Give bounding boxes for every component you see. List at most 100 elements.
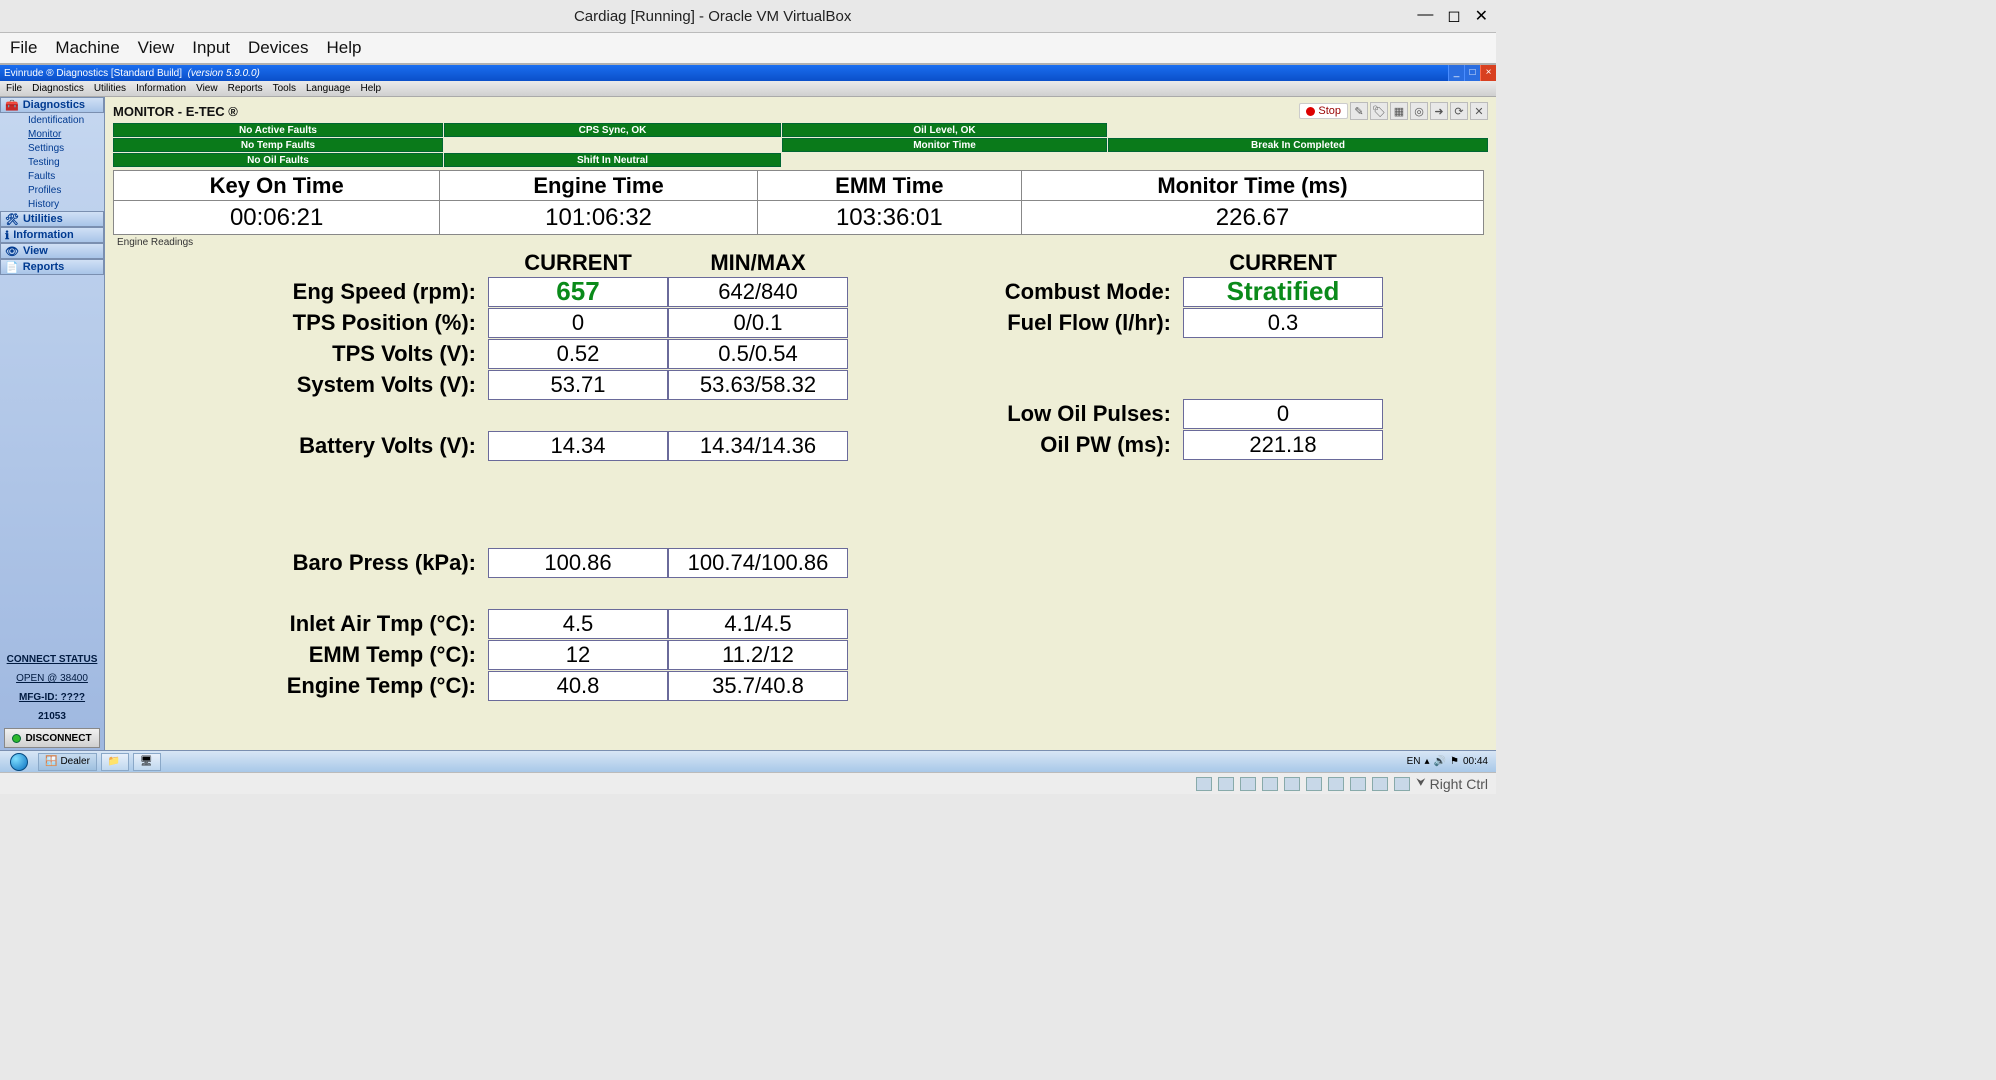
toolbar-icon-2[interactable]: 🏷 bbox=[1370, 102, 1388, 120]
sidebar-item-settings[interactable]: Settings bbox=[0, 141, 104, 155]
status-cell: Oil Level, OK bbox=[782, 123, 1107, 137]
vb-status-icon-1[interactable] bbox=[1196, 777, 1212, 791]
sidebar-item-testing[interactable]: Testing bbox=[0, 155, 104, 169]
vb-menu-devices[interactable]: Devices bbox=[248, 38, 308, 58]
testing-icon bbox=[14, 157, 24, 167]
taskbar-app-dealer[interactable]: 🪟 Dealer bbox=[38, 753, 97, 771]
sidebar: 🧰 Diagnostics Identification Monitor Set… bbox=[0, 97, 105, 750]
sidebar-item-profiles[interactable]: Profiles bbox=[0, 183, 104, 197]
sidebar-item-monitor[interactable]: Monitor bbox=[0, 127, 104, 141]
time-header-keyon: Key On Time bbox=[114, 171, 440, 201]
arrow-down-icon: ⮟ bbox=[1416, 777, 1425, 790]
vb-status-icon-10[interactable] bbox=[1394, 777, 1410, 791]
vb-menu-file[interactable]: File bbox=[10, 38, 37, 58]
toolbar-icon-6[interactable]: ⟳ bbox=[1450, 102, 1468, 120]
sidebar-header-view[interactable]: 👁 View bbox=[0, 243, 104, 259]
guest-title-prefix: Evinrude ® Diagnostics [Standard Build] bbox=[4, 68, 182, 79]
windows-start-icon bbox=[10, 753, 28, 771]
vb-menu-view[interactable]: View bbox=[138, 38, 175, 58]
guest-menu-diagnostics[interactable]: Diagnostics bbox=[32, 83, 84, 94]
reading-current: 12 bbox=[488, 640, 668, 670]
tray-icon-3[interactable]: ⚑ bbox=[1450, 756, 1459, 767]
vb-status-icon-5[interactable] bbox=[1284, 777, 1300, 791]
reading-label: Low Oil Pulses: bbox=[953, 401, 1183, 427]
sidebar-item-history[interactable]: History bbox=[0, 197, 104, 211]
vb-status-icon-8[interactable] bbox=[1350, 777, 1366, 791]
reading-row: System Volts (V):53.7153.63/58.32 bbox=[113, 369, 913, 400]
reading-current: 14.34 bbox=[488, 431, 668, 461]
guest-menubar: File Diagnostics Utilities Information V… bbox=[0, 81, 1496, 97]
tray-lang[interactable]: EN bbox=[1407, 756, 1421, 767]
reading-current: 657 bbox=[488, 277, 668, 307]
vb-status-icon-7[interactable] bbox=[1328, 777, 1344, 791]
sidebar-item-faults[interactable]: Faults bbox=[0, 169, 104, 183]
virtualbox-statusbar: ⮟Right Ctrl bbox=[0, 772, 1496, 794]
vb-status-icon-6[interactable] bbox=[1306, 777, 1322, 791]
guest-minimize-button[interactable]: _ bbox=[1448, 65, 1464, 81]
current-header: CURRENT bbox=[488, 250, 668, 276]
guest-menu-help[interactable]: Help bbox=[360, 83, 381, 94]
reading-row: Baro Press (kPa):100.86100.74/100.86 bbox=[113, 547, 913, 578]
guest-maximize-button[interactable]: □ bbox=[1464, 65, 1480, 81]
tray-icon-2[interactable]: 🔊 bbox=[1434, 756, 1446, 767]
taskbar-app-3[interactable]: 🖥 bbox=[133, 753, 161, 771]
minimize-button[interactable]: — bbox=[1417, 6, 1433, 26]
tray-icon-1[interactable]: ▴ bbox=[1425, 756, 1430, 767]
reading-minmax: 642/840 bbox=[668, 277, 848, 307]
vb-status-icon-9[interactable] bbox=[1372, 777, 1388, 791]
reading-row: Low Oil Pulses:0 bbox=[953, 398, 1488, 429]
disconnect-button[interactable]: DISCONNECT bbox=[4, 728, 100, 748]
time-value-engine: 101:06:32 bbox=[440, 201, 757, 235]
guest-close-button[interactable]: × bbox=[1480, 65, 1496, 81]
right-current-header: CURRENT bbox=[1183, 250, 1383, 276]
sidebar-header-information[interactable]: ℹ Information bbox=[0, 227, 104, 243]
reading-label: Combust Mode: bbox=[953, 279, 1183, 305]
guest-title-version: (version 5.9.0.0) bbox=[188, 68, 260, 79]
toolbar-icon-5[interactable]: ➜ bbox=[1430, 102, 1448, 120]
time-value-monitor: 226.67 bbox=[1021, 201, 1483, 235]
time-value-emm: 103:36:01 bbox=[757, 201, 1021, 235]
time-header-monitor: Monitor Time (ms) bbox=[1021, 171, 1483, 201]
readings-left-column: CURRENT MIN/MAX Eng Speed (rpm):657642/8… bbox=[113, 250, 913, 701]
maximize-button[interactable]: ◻ bbox=[1447, 6, 1460, 26]
taskbar-app-explorer[interactable]: 📁 bbox=[101, 753, 129, 771]
readings-right-column: CURRENT Combust Mode:StratifiedFuel Flow… bbox=[953, 250, 1488, 701]
vb-menu-input[interactable]: Input bbox=[192, 38, 230, 58]
monitor-icon bbox=[14, 129, 24, 139]
guest-menu-view[interactable]: View bbox=[196, 83, 218, 94]
reading-label: Fuel Flow (l/hr): bbox=[953, 310, 1183, 336]
sidebar-header-diagnostics[interactable]: 🧰 Diagnostics bbox=[0, 97, 104, 113]
vb-menu-help[interactable]: Help bbox=[327, 38, 362, 58]
time-table: Key On Time Engine Time EMM Time Monitor… bbox=[113, 170, 1484, 235]
guest-menu-reports[interactable]: Reports bbox=[228, 83, 263, 94]
reading-current: 53.71 bbox=[488, 370, 668, 400]
vb-status-icon-3[interactable] bbox=[1240, 777, 1256, 791]
start-button[interactable] bbox=[4, 752, 34, 772]
guest-menu-file[interactable]: File bbox=[6, 83, 22, 94]
guest-menu-tools[interactable]: Tools bbox=[273, 83, 296, 94]
view-icon: 👁 bbox=[5, 245, 19, 258]
reading-minmax: 53.63/58.32 bbox=[668, 370, 848, 400]
stop-icon bbox=[1306, 107, 1315, 116]
reading-row: Inlet Air Tmp (°C):4.54.1/4.5 bbox=[113, 608, 913, 639]
guest-menu-information[interactable]: Information bbox=[136, 83, 186, 94]
toolbar-icon-4[interactable]: ◎ bbox=[1410, 102, 1428, 120]
status-cell bbox=[1108, 123, 1488, 137]
toolbar-icon-7[interactable]: ✕ bbox=[1470, 102, 1488, 120]
reading-label: System Volts (V): bbox=[113, 372, 488, 398]
vb-menu-machine[interactable]: Machine bbox=[55, 38, 119, 58]
sidebar-item-identification[interactable]: Identification bbox=[0, 113, 104, 127]
toolbar-icon-1[interactable]: ✎ bbox=[1350, 102, 1368, 120]
reports-icon: 📄 bbox=[5, 261, 19, 274]
tray-clock[interactable]: 00:44 bbox=[1463, 756, 1488, 767]
stop-button[interactable]: Stop bbox=[1299, 103, 1348, 119]
vb-status-icon-4[interactable] bbox=[1262, 777, 1278, 791]
toolbar-icon-3[interactable]: ▦ bbox=[1390, 102, 1408, 120]
guest-menu-utilities[interactable]: Utilities bbox=[94, 83, 126, 94]
close-button[interactable]: ✕ bbox=[1475, 6, 1488, 26]
reading-label: Eng Speed (rpm): bbox=[113, 279, 488, 305]
sidebar-header-utilities[interactable]: 🛠 Utilities bbox=[0, 211, 104, 227]
guest-menu-language[interactable]: Language bbox=[306, 83, 351, 94]
vb-status-icon-2[interactable] bbox=[1218, 777, 1234, 791]
sidebar-header-reports[interactable]: 📄 Reports bbox=[0, 259, 104, 275]
